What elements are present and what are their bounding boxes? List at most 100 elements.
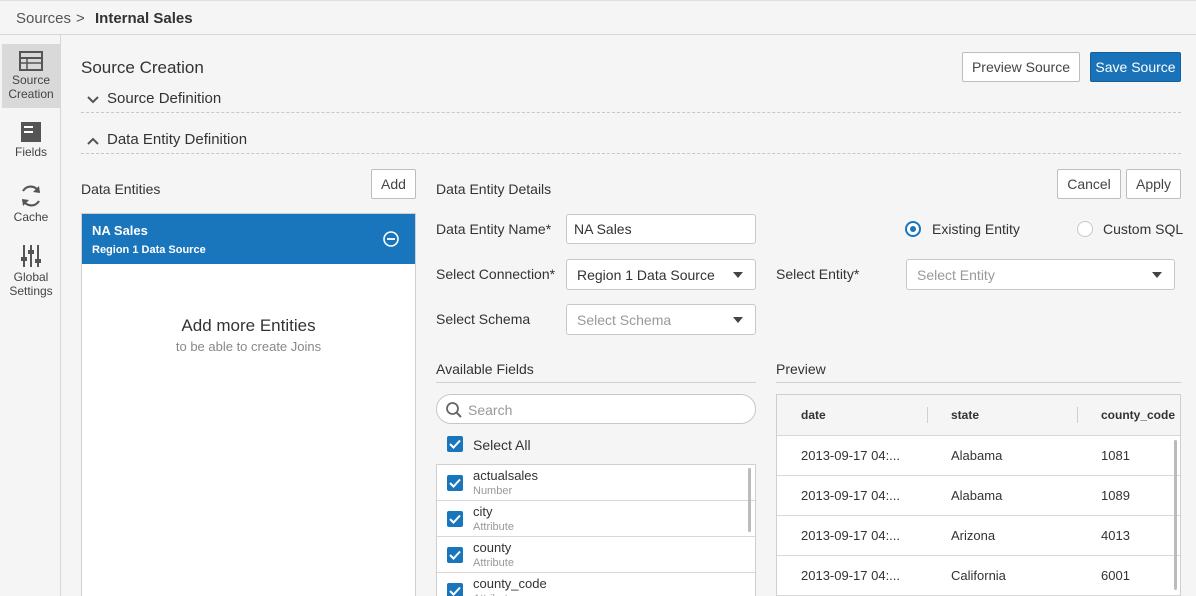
list-item[interactable]: county_code Attribute bbox=[437, 573, 755, 596]
entities-panel: NA Sales Region 1 Data Source Add more E… bbox=[81, 213, 416, 596]
check-icon bbox=[449, 586, 461, 596]
entity-select-label: Select Entity* bbox=[776, 266, 860, 282]
data-entities-title: Data Entities bbox=[81, 181, 161, 197]
table-cell: 2013-09-17 04:... bbox=[801, 448, 901, 463]
nav-item-source-creation[interactable]: Source Creation bbox=[2, 44, 60, 108]
table-cell: 6001 bbox=[1101, 568, 1130, 583]
column-divider bbox=[1077, 407, 1078, 423]
breadcrumb: Sources > Internal Sales bbox=[0, 0, 1196, 35]
check-icon bbox=[449, 478, 461, 488]
check-icon bbox=[449, 550, 461, 560]
field-name: county_code bbox=[473, 576, 547, 591]
connection-label: Select Connection* bbox=[436, 266, 556, 282]
nav-label-global-settings: Global Settings bbox=[9, 270, 53, 298]
custom-sql-label: Custom SQL bbox=[1103, 221, 1184, 237]
section-source-definition[interactable]: Source Definition bbox=[81, 87, 1181, 113]
select-all-label: Select All bbox=[473, 437, 531, 453]
field-checkbox[interactable] bbox=[447, 475, 463, 491]
entity-card[interactable]: NA Sales Region 1 Data Source bbox=[82, 214, 415, 264]
breadcrumb-sources-link[interactable]: Sources bbox=[16, 10, 71, 27]
empty-state-subtitle: to be able to create Joins bbox=[175, 339, 322, 354]
section-data-entity-definition[interactable]: Data Entity Definition bbox=[81, 128, 1181, 154]
entity-name-input[interactable]: NA Sales bbox=[566, 214, 756, 244]
refresh-icon bbox=[21, 185, 41, 207]
list-item[interactable]: actualsales Number bbox=[437, 465, 755, 501]
search-placeholder: Search bbox=[468, 402, 513, 418]
column-divider bbox=[927, 407, 928, 423]
check-icon bbox=[449, 439, 461, 449]
connection-value: Region 1 Data Source bbox=[577, 266, 715, 283]
available-fields-title: Available Fields bbox=[436, 361, 534, 377]
table-cell: Alabama bbox=[951, 448, 1003, 463]
cancel-button[interactable]: Cancel bbox=[1057, 169, 1121, 199]
field-name: city bbox=[473, 504, 493, 519]
divider bbox=[776, 382, 1181, 383]
field-search-input[interactable]: Search bbox=[436, 394, 756, 424]
remove-circle-icon[interactable] bbox=[383, 231, 399, 247]
chevron-down-icon bbox=[87, 96, 99, 104]
fields-scrollbar[interactable] bbox=[748, 468, 751, 532]
column-header[interactable]: county_code bbox=[1101, 408, 1175, 422]
chevron-up-icon bbox=[87, 137, 99, 145]
breadcrumb-current: Internal Sales bbox=[95, 10, 193, 27]
custom-sql-radio[interactable] bbox=[1077, 221, 1093, 237]
save-source-button[interactable]: Save Source bbox=[1090, 52, 1181, 82]
table-cell: 4013 bbox=[1101, 528, 1130, 543]
entity-select[interactable]: Select Entity bbox=[906, 259, 1175, 290]
preview-source-button[interactable]: Preview Source bbox=[962, 52, 1080, 82]
caret-down-icon bbox=[733, 272, 743, 278]
select-all-checkbox[interactable] bbox=[447, 436, 463, 452]
table-cell: 2013-09-17 04:... bbox=[801, 568, 901, 583]
schema-label: Select Schema bbox=[436, 311, 531, 327]
page-title: Source Creation bbox=[81, 58, 204, 77]
entity-name-label: Data Entity Name* bbox=[436, 221, 552, 237]
entity-select-placeholder: Select Entity bbox=[917, 266, 995, 283]
nav-item-cache[interactable]: Cache bbox=[2, 184, 60, 228]
preview-scrollbar[interactable] bbox=[1174, 440, 1177, 590]
apply-button[interactable]: Apply bbox=[1126, 169, 1181, 199]
section-data-entity-definition-label: Data Entity Definition bbox=[107, 131, 248, 148]
table-cell: 2013-09-17 04:... bbox=[801, 488, 901, 503]
field-type: Attribute bbox=[473, 557, 514, 569]
table-icon bbox=[19, 51, 43, 71]
nav-label-fields: Fields bbox=[14, 145, 47, 159]
caret-down-icon bbox=[733, 317, 743, 323]
add-entity-button[interactable]: Add bbox=[371, 169, 416, 199]
fields-icon bbox=[21, 122, 41, 142]
column-header[interactable]: state bbox=[951, 408, 979, 422]
nav-item-fields[interactable]: Fields bbox=[2, 121, 60, 165]
column-header[interactable]: date bbox=[801, 408, 826, 422]
preview-table: date state county_code 2013-09-17 04:...… bbox=[776, 394, 1181, 596]
table-cell: California bbox=[951, 568, 1006, 583]
table-cell: Alabama bbox=[951, 488, 1003, 503]
existing-entity-radio[interactable] bbox=[905, 221, 921, 237]
sliders-icon bbox=[21, 245, 41, 267]
available-fields-list: actualsales Number city Attribute county… bbox=[436, 464, 756, 596]
field-checkbox[interactable] bbox=[447, 583, 463, 596]
schema-select[interactable]: Select Schema bbox=[566, 304, 756, 335]
list-item[interactable]: city Attribute bbox=[437, 501, 755, 537]
table-header: date state county_code bbox=[777, 395, 1180, 436]
data-entity-details-title: Data Entity Details bbox=[436, 181, 552, 197]
nav-label-source-creation: Source Creation bbox=[8, 73, 54, 101]
nav-item-global-settings[interactable]: Global Settings bbox=[2, 244, 60, 300]
connection-select[interactable]: Region 1 Data Source bbox=[566, 259, 756, 290]
left-nav bbox=[0, 35, 61, 596]
table-row: 2013-09-17 04:... Alabama 1081 bbox=[777, 436, 1180, 476]
chevron-right-icon: > bbox=[76, 10, 85, 27]
nav-label-cache: Cache bbox=[13, 210, 49, 224]
field-checkbox[interactable] bbox=[447, 511, 463, 527]
search-icon bbox=[446, 402, 462, 418]
field-type: Attribute bbox=[473, 521, 514, 533]
table-row: 2013-09-17 04:... Arizona 4013 bbox=[777, 516, 1180, 556]
caret-down-icon bbox=[1152, 272, 1162, 278]
list-item[interactable]: county Attribute bbox=[437, 537, 755, 573]
table-cell: Arizona bbox=[951, 528, 996, 543]
existing-entity-label: Existing Entity bbox=[932, 221, 1020, 237]
preview-title: Preview bbox=[776, 361, 826, 377]
table-cell: 1081 bbox=[1101, 448, 1130, 463]
field-type: Number bbox=[473, 485, 513, 497]
field-checkbox[interactable] bbox=[447, 547, 463, 563]
table-row: 2013-09-17 04:... Alabama 1089 bbox=[777, 476, 1180, 516]
entity-source: Region 1 Data Source bbox=[92, 244, 206, 256]
